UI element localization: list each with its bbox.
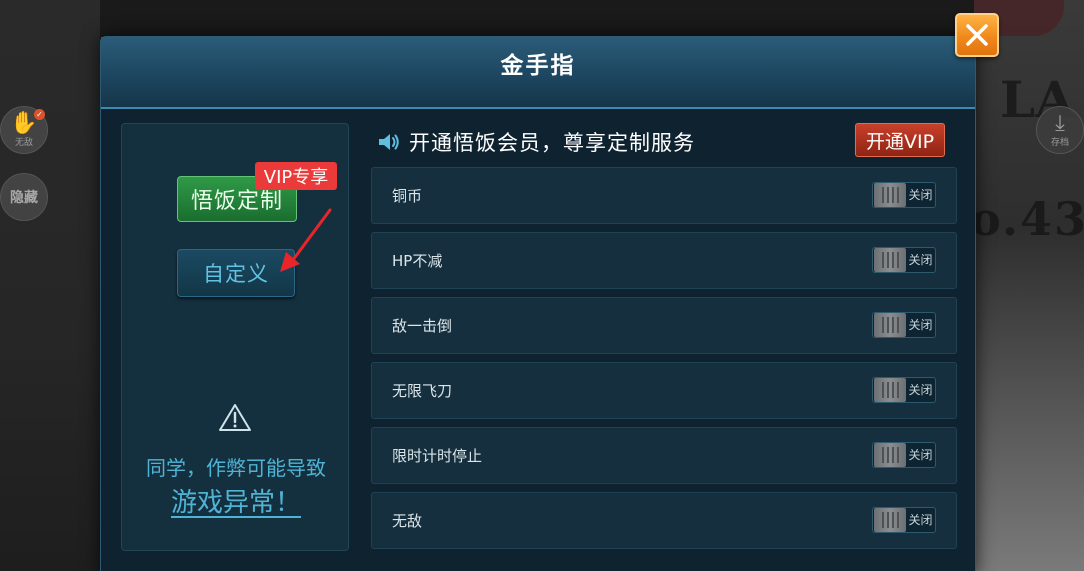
toggle-knob — [874, 248, 906, 272]
pointer-arrow-icon — [280, 208, 332, 272]
close-icon — [966, 24, 988, 46]
cheat-list: 铜币 关闭 HP不减 关闭 敌一击倒 关闭 无限飞刀 关闭 限时计时停止 关闭 … — [371, 167, 957, 557]
cheat-row-timer-stop: 限时计时停止 关闭 — [371, 427, 957, 484]
toggle-state-label: 关闭 — [908, 383, 933, 397]
dialog-header: 金手指 — [101, 37, 975, 109]
toggle-knob — [874, 508, 906, 532]
cheat-name: 敌一击倒 — [392, 317, 453, 335]
close-button[interactable] — [955, 13, 999, 57]
cheat-toggle[interactable]: 关闭 — [872, 182, 936, 208]
invincible-side-button[interactable]: ✋ 无敌 ✓ — [0, 106, 48, 154]
poster-number-text: No.43 — [974, 192, 1084, 246]
cheat-row-hp: HP不减 关闭 — [371, 232, 957, 289]
mode-panel: 悟饭定制 VIP专享 自定义 同学，作弊可能导致 游戏异常！ — [121, 123, 349, 551]
cheat-toggle[interactable]: 关闭 — [872, 377, 936, 403]
save-side-button[interactable]: ⤓ 存档 — [1036, 106, 1084, 154]
cheat-row-one-hit: 敌一击倒 关闭 — [371, 297, 957, 354]
invincible-side-label: 无敌 — [14, 137, 33, 148]
toggle-state-label: 关闭 — [908, 318, 933, 332]
warning-text: 同学，作弊可能导致 — [146, 456, 326, 480]
dialog-title: 金手指 — [500, 53, 576, 79]
cheat-toggle[interactable]: 关闭 — [872, 312, 936, 338]
toggle-state-label: 关闭 — [908, 513, 933, 527]
check-badge-icon: ✓ — [34, 109, 45, 120]
cheat-row-infinite-knives: 无限飞刀 关闭 — [371, 362, 957, 419]
toggle-state-label: 关闭 — [908, 253, 933, 267]
toggle-knob — [874, 313, 906, 337]
cheat-name: 无敌 — [392, 512, 423, 530]
vip-exclusive-badge: VIP专享 — [255, 162, 337, 190]
promo-text: 开通悟饭会员，尊享定制服务 — [409, 131, 695, 155]
game-background-left — [0, 0, 100, 571]
cheat-row-coins: 铜币 关闭 — [371, 167, 957, 224]
speaker-icon — [379, 134, 399, 150]
warning-emphasis-text: 游戏异常！ — [170, 488, 301, 518]
warning-icon — [219, 404, 251, 431]
toggle-knob — [874, 443, 906, 467]
cheat-name: 铜币 — [392, 187, 423, 205]
hide-side-button[interactable]: 隐藏 — [0, 173, 48, 221]
cheat-name: HP不减 — [392, 252, 443, 270]
cheat-name: 无限飞刀 — [392, 382, 453, 400]
download-icon: ⤓ — [1055, 110, 1065, 136]
cheat-toggle[interactable]: 关闭 — [872, 507, 936, 533]
cheat-toggle[interactable]: 关闭 — [872, 247, 936, 273]
cheat-name: 限时计时停止 — [392, 447, 483, 465]
toggle-knob — [874, 183, 906, 207]
hide-side-label: 隐藏 — [10, 190, 38, 206]
open-vip-button[interactable]: 开通VIP — [855, 123, 945, 157]
toggle-state-label: 关闭 — [908, 188, 933, 202]
save-side-label: 存档 — [1050, 137, 1069, 148]
cheat-row-invincible: 无敌 关闭 — [371, 492, 957, 549]
toggle-state-label: 关闭 — [908, 448, 933, 462]
toggle-knob — [874, 378, 906, 402]
cheat-dialog: 金手指 悟饭定制 VIP专享 自定义 同学，作弊可能导致 游戏异常！ 开通悟饭会… — [100, 36, 976, 571]
game-background-right: LA No.43 — [974, 0, 1084, 571]
cheat-toggle[interactable]: 关闭 — [872, 442, 936, 468]
